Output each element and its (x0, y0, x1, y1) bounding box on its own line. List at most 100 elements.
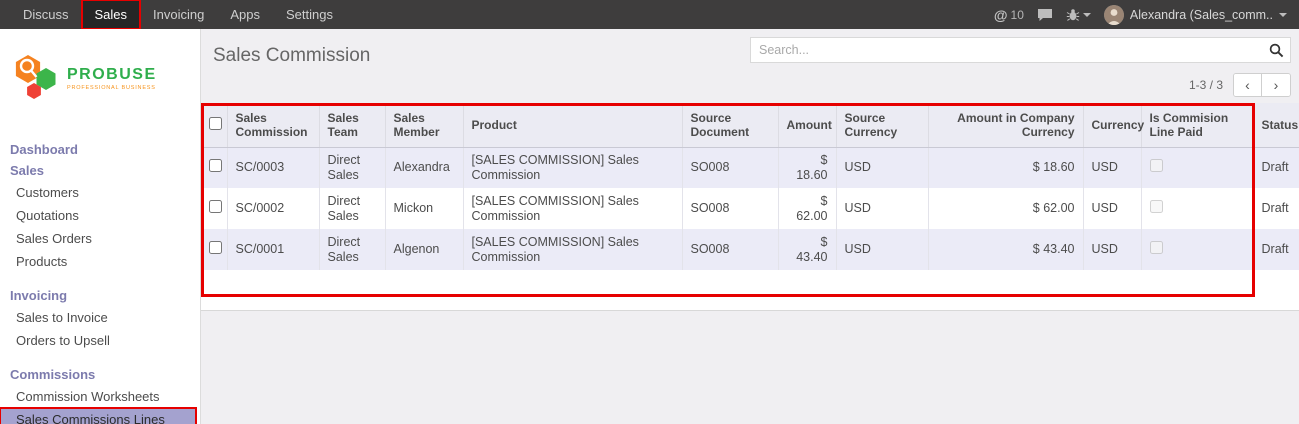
pager-next-button[interactable]: › (1262, 74, 1290, 96)
caret-down-icon (1083, 13, 1091, 17)
cell-currency[interactable]: USD (1083, 147, 1141, 188)
select-all-checkbox-cell (201, 103, 227, 147)
cell-sales-member[interactable]: Alexandra (385, 147, 463, 188)
sidebar-item-dashboard[interactable]: Dashboard (0, 139, 200, 160)
cell-source-document[interactable]: SO008 (682, 229, 778, 270)
at-icon: @ (994, 7, 1008, 23)
col-amount-company-currency[interactable]: Amount in Company Currency (928, 103, 1083, 147)
sidebar: PROBUSE PROFESSIONAL BUSINESS Dashboard … (0, 29, 201, 424)
sidebar-section-commissions[interactable]: Commissions (0, 364, 200, 385)
row-checkbox[interactable] (209, 159, 222, 172)
is-paid-checkbox (1150, 159, 1163, 172)
cell-sales-team[interactable]: Direct Sales (319, 188, 385, 229)
topbar-right-tools: @ 10 Alexandra (Sales_ (994, 5, 1299, 25)
cell-sales-member[interactable]: Mickon (385, 188, 463, 229)
table-header-row: Sales Commission Sales Team Sales Member… (201, 103, 1299, 147)
user-menu[interactable]: Alexandra (Sales_comm.. (1104, 5, 1287, 25)
col-sales-team[interactable]: Sales Team (319, 103, 385, 147)
cell-sales-commission[interactable]: SC/0002 (227, 188, 319, 229)
col-product[interactable]: Product (463, 103, 682, 147)
sidebar-section-invoicing[interactable]: Invoicing (0, 285, 200, 306)
col-sales-member[interactable]: Sales Member (385, 103, 463, 147)
sidebar-item-products[interactable]: Products (0, 250, 200, 273)
sidebar-item-quotations[interactable]: Quotations (0, 204, 200, 227)
cell-sales-team[interactable]: Direct Sales (319, 229, 385, 270)
cell-is-paid (1141, 229, 1253, 270)
col-sales-commission[interactable]: Sales Commission (227, 103, 319, 147)
commission-lines-table: Sales Commission Sales Team Sales Member… (201, 103, 1299, 270)
mentions-counter[interactable]: @ 10 (994, 7, 1024, 23)
menu-invoicing[interactable]: Invoicing (140, 0, 217, 29)
sidebar-item-orders-to-upsell[interactable]: Orders to Upsell (0, 329, 200, 352)
sidebar-item-sales-orders[interactable]: Sales Orders (0, 227, 200, 250)
cell-product[interactable]: [SALES COMMISSION] Sales Commission (463, 188, 682, 229)
col-source-document[interactable]: Source Document (682, 103, 778, 147)
pager-buttons: ‹ › (1233, 73, 1291, 97)
col-is-commission-line-paid[interactable]: Is Commision Line Paid (1141, 103, 1253, 147)
cell-is-paid (1141, 147, 1253, 188)
cell-currency[interactable]: USD (1083, 188, 1141, 229)
sidebar-item-sales-commissions-lines[interactable]: Sales Commissions Lines (0, 408, 196, 424)
menu-settings[interactable]: Settings (273, 0, 346, 29)
cell-amount-company-currency[interactable]: $ 18.60 (928, 147, 1083, 188)
sidebar-item-commission-worksheets[interactable]: Commission Worksheets (0, 385, 200, 408)
search-input[interactable] (751, 43, 1262, 57)
chat-bubble-icon (1037, 8, 1053, 22)
cell-amount-company-currency[interactable]: $ 62.00 (928, 188, 1083, 229)
cell-sales-team[interactable]: Direct Sales (319, 147, 385, 188)
cell-source-currency[interactable]: USD (836, 147, 928, 188)
cell-product[interactable]: [SALES COMMISSION] Sales Commission (463, 229, 682, 270)
cell-is-paid (1141, 188, 1253, 229)
row-checkbox-cell (201, 188, 227, 229)
table-row[interactable]: SC/0003 Direct Sales Alexandra [SALES CO… (201, 147, 1299, 188)
table-row[interactable]: SC/0002 Direct Sales Mickon [SALES COMMI… (201, 188, 1299, 229)
main-content: Sales Commission 1-3 / 3 ‹ › Sales (201, 29, 1299, 424)
cell-status[interactable]: Draft (1253, 147, 1299, 188)
logo-name: PROBUSE (67, 66, 157, 84)
search-icon (1269, 43, 1284, 58)
cell-source-document[interactable]: SO008 (682, 188, 778, 229)
pager-range: 1-3 / 3 (1189, 78, 1223, 92)
cell-sales-commission[interactable]: SC/0003 (227, 147, 319, 188)
sidebar-nav: Dashboard Sales Customers Quotations Sal… (0, 125, 200, 424)
row-checkbox[interactable] (209, 200, 222, 213)
sidebar-section-sales[interactable]: Sales (0, 160, 200, 181)
cell-status[interactable]: Draft (1253, 188, 1299, 229)
menu-discuss[interactable]: Discuss (10, 0, 82, 29)
cell-amount[interactable]: $ 43.40 (778, 229, 836, 270)
cell-source-currency[interactable]: USD (836, 188, 928, 229)
cell-sales-commission[interactable]: SC/0001 (227, 229, 319, 270)
cell-status[interactable]: Draft (1253, 229, 1299, 270)
app-menus: Discuss Sales Invoicing Apps Settings (0, 0, 346, 29)
col-currency[interactable]: Currency (1083, 103, 1141, 147)
col-source-currency[interactable]: Source Currency (836, 103, 928, 147)
col-amount[interactable]: Amount (778, 103, 836, 147)
cell-amount[interactable]: $ 62.00 (778, 188, 836, 229)
cell-amount[interactable]: $ 18.60 (778, 147, 836, 188)
select-all-checkbox[interactable] (209, 117, 222, 130)
bug-icon (1066, 8, 1080, 22)
row-checkbox-cell (201, 229, 227, 270)
commission-lines-table-wrap: Sales Commission Sales Team Sales Member… (201, 103, 1299, 311)
debug-menu[interactable] (1066, 8, 1091, 22)
avatar (1104, 5, 1124, 25)
menu-apps[interactable]: Apps (217, 0, 273, 29)
sidebar-item-sales-to-invoice[interactable]: Sales to Invoice (0, 306, 200, 329)
sidebar-item-customers[interactable]: Customers (0, 181, 200, 204)
search-button[interactable] (1262, 38, 1290, 62)
cell-amount-company-currency[interactable]: $ 43.40 (928, 229, 1083, 270)
col-status[interactable]: Status (1253, 103, 1299, 147)
cell-product[interactable]: [SALES COMMISSION] Sales Commission (463, 147, 682, 188)
cell-sales-member[interactable]: Algenon (385, 229, 463, 270)
cell-source-document[interactable]: SO008 (682, 147, 778, 188)
row-checkbox[interactable] (209, 241, 222, 254)
cell-source-currency[interactable]: USD (836, 229, 928, 270)
probuse-logo-icon (12, 53, 60, 103)
pager-prev-button[interactable]: ‹ (1234, 74, 1262, 96)
cell-currency[interactable]: USD (1083, 229, 1141, 270)
is-paid-checkbox (1150, 200, 1163, 213)
messages-icon[interactable] (1037, 8, 1053, 22)
pager: 1-3 / 3 ‹ › (1189, 73, 1291, 97)
table-row[interactable]: SC/0001 Direct Sales Algenon [SALES COMM… (201, 229, 1299, 270)
menu-sales[interactable]: Sales (82, 0, 141, 29)
